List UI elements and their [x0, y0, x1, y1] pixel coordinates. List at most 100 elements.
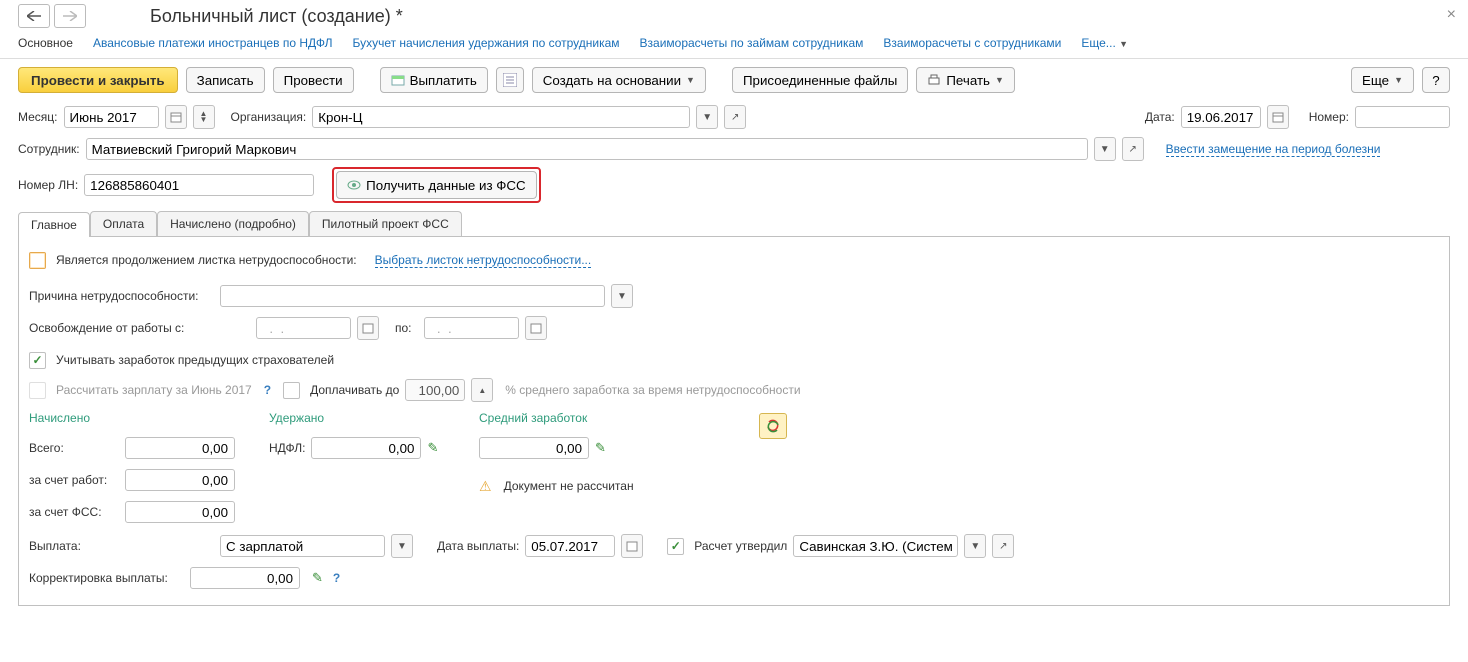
month-label: Месяц:	[18, 110, 58, 124]
extra-pay-note: % среднего заработка за время нетрудоспо…	[505, 383, 800, 397]
approved-label: Расчет утвердил	[694, 539, 787, 553]
correction-edit-icon[interactable]: ✎	[312, 570, 323, 586]
employee-open-icon[interactable]: ↗	[1122, 137, 1144, 161]
pay-date-input[interactable]	[525, 535, 615, 557]
date-input[interactable]	[1181, 106, 1261, 128]
calc-salary-help[interactable]: ?	[264, 383, 271, 397]
ndfl-value[interactable]	[311, 437, 421, 459]
total-label: Всего:	[29, 441, 119, 455]
spinner-icon[interactable]: ▲▼	[193, 105, 215, 129]
correction-label: Корректировка выплаты:	[29, 571, 184, 585]
refresh-button[interactable]	[759, 413, 787, 439]
link-more[interactable]: Еще... ▼	[1081, 36, 1128, 50]
emp-share-value[interactable]	[125, 469, 235, 491]
org-input[interactable]	[312, 106, 690, 128]
date-calendar-icon[interactable]	[1267, 105, 1289, 129]
list-button[interactable]	[496, 67, 524, 93]
date-label: Дата:	[1145, 110, 1175, 124]
ln-label: Номер ЛН:	[18, 178, 78, 192]
link-settlements[interactable]: Взаиморасчеты с сотрудниками	[883, 36, 1061, 50]
not-calculated-label: Документ не рассчитан	[504, 479, 634, 493]
page-title: Больничный лист (создание) *	[150, 6, 403, 27]
release-to-calendar-icon[interactable]	[525, 316, 547, 340]
fss-highlight: Получить данные из ФСС	[332, 167, 541, 203]
extra-pay-spinner[interactable]: ▲	[471, 378, 493, 402]
link-accounting[interactable]: Бухучет начисления удержания по сотрудни…	[352, 36, 619, 50]
eye-icon	[347, 178, 361, 192]
pay-date-label: Дата выплаты:	[437, 539, 519, 553]
tab-main-link[interactable]: Основное	[18, 36, 73, 50]
calc-salary-checkbox[interactable]	[29, 382, 46, 399]
approved-dropdown-icon[interactable]: ▼	[964, 534, 986, 558]
warning-icon: ⚠	[479, 478, 492, 495]
ndfl-label: НДФЛ:	[269, 441, 305, 455]
post-and-close-button[interactable]: Провести и закрыть	[18, 67, 178, 93]
list-icon	[503, 73, 517, 87]
org-dropdown-icon[interactable]: ▼	[696, 105, 718, 129]
forward-button[interactable]	[54, 4, 86, 28]
print-icon	[927, 73, 941, 87]
ndfl-edit-icon[interactable]: ✎	[427, 440, 438, 456]
payment-dropdown-icon[interactable]: ▼	[391, 534, 413, 558]
org-open-icon[interactable]: ↗	[724, 105, 746, 129]
reason-input[interactable]	[220, 285, 605, 307]
continuation-checkbox[interactable]	[29, 252, 46, 269]
avg-edit-icon[interactable]: ✎	[595, 440, 606, 456]
substitution-link[interactable]: Ввести замещение на период болезни	[1166, 142, 1381, 157]
extra-pay-checkbox[interactable]	[283, 382, 300, 399]
total-value[interactable]	[125, 437, 235, 459]
release-from-calendar-icon[interactable]	[357, 316, 379, 340]
tab-payment[interactable]: Оплата	[90, 211, 157, 236]
accrued-title: Начислено	[29, 411, 239, 425]
employee-label: Сотрудник:	[18, 142, 80, 156]
pay-date-calendar-icon[interactable]	[621, 534, 643, 558]
employee-input[interactable]	[86, 138, 1088, 160]
get-fss-data-button[interactable]: Получить данные из ФСС	[336, 171, 537, 199]
calc-salary-label: Рассчитать зарплату за Июнь 2017	[56, 383, 252, 397]
link-advance-payments[interactable]: Авансовые платежи иностранцев по НДФЛ	[93, 36, 332, 50]
release-to-input[interactable]	[424, 317, 519, 339]
continuation-label: Является продолжением листка нетрудоспос…	[56, 253, 357, 267]
avg-value[interactable]	[479, 437, 589, 459]
back-button[interactable]	[18, 4, 50, 28]
print-button[interactable]: Печать ▼	[916, 67, 1015, 93]
reason-dropdown-icon[interactable]: ▼	[611, 284, 633, 308]
release-label: Освобождение от работы с:	[29, 321, 214, 335]
approved-open-icon[interactable]: ↗	[992, 534, 1014, 558]
attached-files-button[interactable]: Присоединенные файлы	[732, 67, 908, 93]
create-on-basis-button[interactable]: Создать на основании ▼	[532, 67, 706, 93]
tab-main[interactable]: Главное	[18, 212, 90, 237]
fss-share-label: за счет ФСС:	[29, 505, 119, 519]
prev-insurers-checkbox[interactable]	[29, 352, 46, 369]
help-button[interactable]: ?	[1422, 67, 1450, 93]
prev-insurers-label: Учитывать заработок предыдущих страховат…	[56, 353, 334, 367]
select-sheet-link[interactable]: Выбрать листок нетрудоспособности...	[375, 253, 592, 268]
pay-button[interactable]: Выплатить	[380, 67, 488, 93]
correction-value[interactable]	[190, 567, 300, 589]
deducted-title: Удержано	[269, 411, 449, 425]
close-icon[interactable]: ×	[1447, 6, 1456, 24]
ln-input[interactable]	[84, 174, 314, 196]
org-label: Организация:	[231, 110, 307, 124]
payment-input[interactable]	[220, 535, 385, 557]
approved-checkbox[interactable]	[667, 538, 684, 555]
approved-input[interactable]	[793, 535, 958, 557]
employee-dropdown-icon[interactable]: ▼	[1094, 137, 1116, 161]
avg-title: Средний заработок	[479, 411, 729, 425]
save-button[interactable]: Записать	[186, 67, 265, 93]
emp-share-label: за счет работ:	[29, 473, 119, 487]
extra-pay-value[interactable]	[405, 379, 465, 401]
tab-fss-pilot[interactable]: Пилотный проект ФСС	[309, 211, 462, 236]
fss-share-value[interactable]	[125, 501, 235, 523]
calendar-icon[interactable]	[165, 105, 187, 129]
number-input[interactable]	[1355, 106, 1450, 128]
release-from-input[interactable]	[256, 317, 351, 339]
month-input[interactable]	[64, 106, 159, 128]
post-button[interactable]: Провести	[273, 67, 354, 93]
correction-help[interactable]: ?	[333, 571, 340, 585]
tab-accrued-detail[interactable]: Начислено (подробно)	[157, 211, 309, 236]
link-loans[interactable]: Взаиморасчеты по займам сотрудникам	[640, 36, 864, 50]
more-button[interactable]: Еще ▼	[1351, 67, 1414, 93]
payment-label: Выплата:	[29, 539, 214, 553]
reason-label: Причина нетрудоспособности:	[29, 289, 214, 303]
